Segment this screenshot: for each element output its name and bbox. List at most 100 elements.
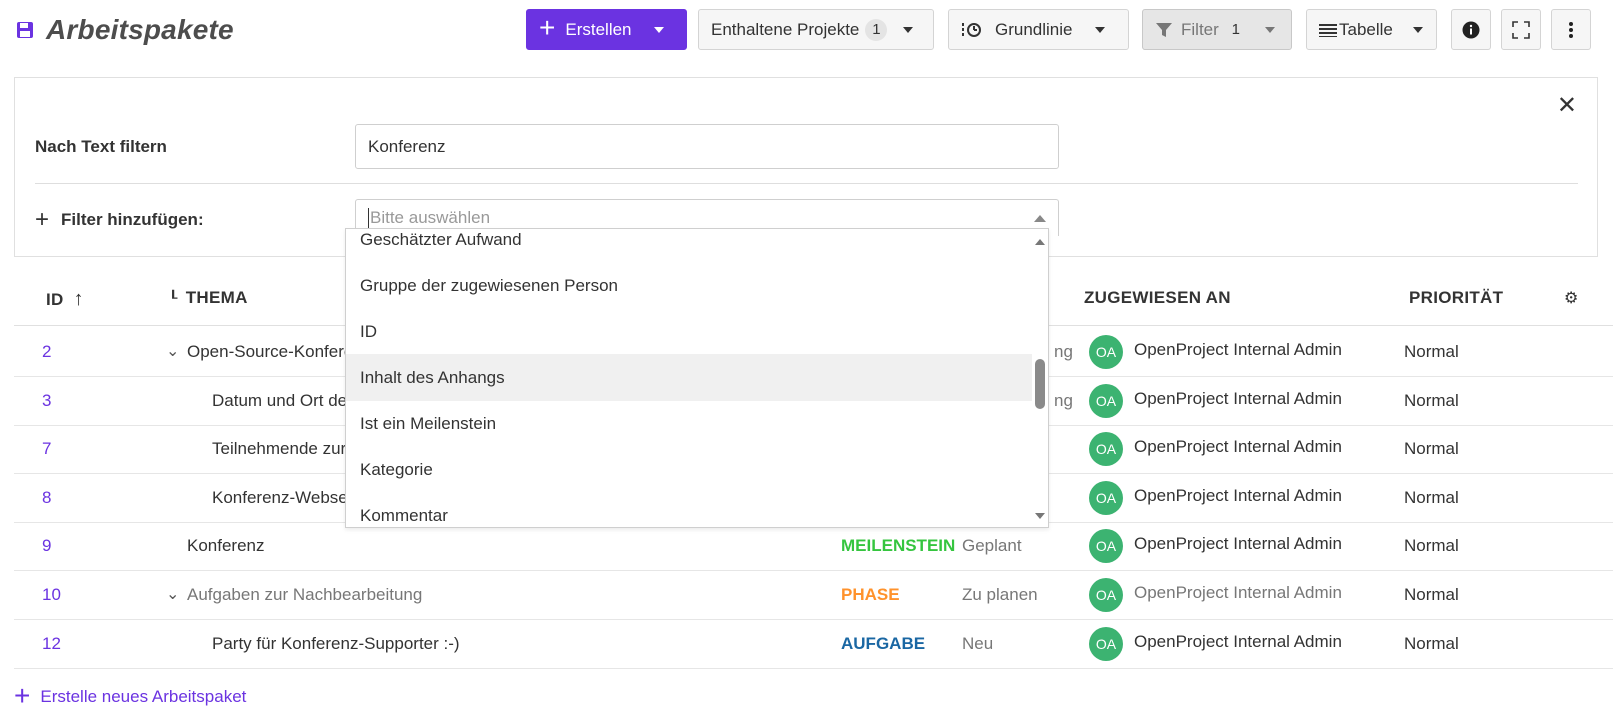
work-package-status[interactable]: Geplant — [962, 536, 1022, 556]
assignee-name[interactable]: OpenProject Internal Admin — [1134, 583, 1342, 603]
work-package-subject[interactable]: Konferenz-Webseite — [212, 488, 366, 508]
table-row[interactable]: 12 Party für Konferenz-Supporter :-) AUFGA… — [14, 619, 1613, 669]
dropdown-option[interactable]: Kategorie — [346, 446, 1034, 493]
column-header-assigned[interactable]: ZUGEWIESEN AN — [1084, 288, 1231, 308]
table-row[interactable]: 9 Konferenz MEILENSTEIN Geplant OA OpenProjec… — [14, 521, 1613, 572]
plus-icon: + — [35, 206, 50, 233]
table-icon — [1319, 23, 1337, 37]
avatar: OA — [1089, 383, 1123, 418]
dropdown-option[interactable]: Ist ein Meilenstein — [346, 400, 1034, 447]
avatar: OA — [1089, 626, 1123, 661]
work-package-id-link[interactable]: 7 — [42, 439, 51, 459]
add-filter-text: Filter hinzufügen: — [61, 210, 204, 229]
divider — [35, 183, 1578, 184]
work-package-priority[interactable]: Normal — [1404, 488, 1459, 508]
assignee-name[interactable]: OpenProject Internal Admin — [1134, 534, 1342, 554]
column-header-priority[interactable]: PRIORITÄT — [1409, 288, 1503, 308]
chevron-down-icon — [903, 26, 914, 33]
filter-count: 1 — [1231, 20, 1240, 38]
assignee-name[interactable]: OpenProject Internal Admin — [1134, 632, 1342, 652]
work-package-id-link[interactable]: 9 — [42, 536, 51, 556]
create-work-package-link[interactable]: + Erstelle neues Arbeitspaket — [14, 680, 247, 711]
create-button[interactable]: + Erstellen — [526, 9, 687, 50]
dropdown-option[interactable]: Inhalt des Anhangs — [346, 354, 1034, 401]
save-icon[interactable] — [16, 21, 34, 39]
chevron-down-icon — [1264, 26, 1275, 33]
work-package-priority[interactable]: Normal — [1404, 439, 1459, 459]
work-package-type: PHASE — [841, 585, 900, 604]
work-package-type: MEILENSTEIN — [841, 536, 956, 556]
info-button[interactable] — [1451, 9, 1491, 50]
work-package-subject[interactable]: Konferenz — [187, 536, 265, 556]
avatar: OA — [1089, 335, 1123, 369]
fullscreen-button[interactable] — [1501, 9, 1541, 50]
gear-icon[interactable]: ⚙ — [1564, 288, 1579, 308]
assignee-name[interactable]: OpenProject Internal Admin — [1134, 389, 1342, 409]
create-button-label: Erstellen — [565, 19, 632, 39]
work-package-subject[interactable]: Party für Konferenz-Supporter :-) — [212, 634, 460, 654]
work-package-status[interactable]: Zu planen — [962, 585, 1038, 605]
chevron-up-icon — [1034, 215, 1046, 222]
scroll-up-icon[interactable] — [1035, 239, 1045, 245]
work-package-id-link[interactable]: 3 — [42, 391, 51, 411]
work-package-subject[interactable]: Aufgaben zur Nachbearbeitung — [187, 585, 422, 605]
dropdown-scrollbar[interactable] — [1032, 229, 1048, 527]
more-vertical-icon — [1569, 21, 1573, 38]
chevron-down-icon[interactable]: ⌄ — [166, 584, 179, 604]
scroll-thumb[interactable] — [1035, 359, 1045, 409]
toolbar: Arbeitspakete + Erstellen Enthaltene Pro… — [0, 0, 1613, 64]
sort-arrow-icon: ↑ — [73, 288, 84, 310]
work-package-priority[interactable]: Normal — [1404, 585, 1459, 605]
page-title: Arbeitspakete — [46, 14, 234, 45]
avatar: OA — [1089, 432, 1123, 467]
included-projects-button[interactable]: Enthaltene Projekte 1 — [698, 9, 934, 50]
column-header-thema[interactable]: ┖ THEMA — [169, 288, 248, 308]
avatar: OA — [1089, 529, 1123, 564]
chevron-down-icon — [1094, 26, 1105, 33]
filter-icon — [1156, 22, 1172, 37]
included-projects-count: 1 — [865, 18, 888, 41]
work-package-status[interactable]: Neu — [962, 634, 993, 654]
work-package-id-link[interactable]: 12 — [42, 634, 61, 654]
assignee-name[interactable]: OpenProject Internal Admin — [1134, 340, 1342, 360]
scroll-down-icon[interactable] — [1035, 513, 1045, 519]
table-view-button[interactable]: Tabelle — [1306, 9, 1437, 50]
work-package-priority[interactable]: Normal — [1404, 634, 1459, 654]
work-package-status[interactable]: ng — [1054, 391, 1073, 411]
baseline-button[interactable]: Grundlinie — [948, 9, 1129, 50]
text-cursor — [368, 208, 369, 228]
assignee-name[interactable]: OpenProject Internal Admin — [1134, 486, 1342, 506]
chevron-down-icon[interactable]: ⌄ — [166, 341, 179, 361]
hierarchy-icon[interactable]: ┖ — [169, 290, 178, 307]
work-package-priority[interactable]: Normal — [1404, 342, 1459, 362]
work-package-id-link[interactable]: 8 — [42, 488, 51, 508]
filter-button[interactable]: Filter 1 — [1142, 9, 1292, 50]
fullscreen-icon — [1512, 20, 1530, 39]
work-package-id-link[interactable]: 10 — [42, 585, 61, 605]
table-row[interactable]: 10 ⌄ Aufgaben zur Nachbearbeitung PHASE Zu p… — [14, 570, 1613, 620]
create-link-label: Erstelle neues Arbeitspaket — [40, 687, 247, 706]
plus-icon: + — [14, 680, 31, 711]
dropdown-option[interactable]: Gruppe der zugewiesenen Person — [346, 262, 1034, 309]
assignee-name[interactable]: OpenProject Internal Admin — [1134, 437, 1342, 457]
avatar: OA — [1089, 480, 1123, 515]
close-icon[interactable]: ✕ — [1557, 94, 1577, 118]
work-package-priority[interactable]: Normal — [1404, 536, 1459, 556]
work-package-subject[interactable]: Open-Source-Konferenz — [187, 342, 371, 362]
baseline-icon — [962, 22, 981, 37]
avatar: OA — [1089, 578, 1123, 612]
text-filter-input[interactable] — [355, 124, 1059, 169]
dropdown-option[interactable]: Geschätzter Aufwand — [346, 229, 1034, 263]
more-options-button[interactable] — [1551, 9, 1591, 50]
dropdown-option[interactable]: ID — [346, 308, 1034, 355]
select-placeholder: Bitte auswählen — [370, 208, 491, 227]
filter-label: Filter — [1181, 19, 1219, 39]
title-wrap: Arbeitspakete — [16, 14, 234, 46]
work-package-status[interactable]: ng — [1054, 342, 1073, 362]
work-package-priority[interactable]: Normal — [1404, 391, 1459, 411]
work-package-id-link[interactable]: 2 — [42, 342, 51, 362]
chevron-down-icon — [653, 26, 664, 33]
dropdown-option[interactable]: Kommentar — [346, 492, 1034, 527]
column-header-id[interactable]: ID ↑ — [46, 288, 84, 311]
column-header-thema-label: THEMA — [185, 288, 248, 307]
